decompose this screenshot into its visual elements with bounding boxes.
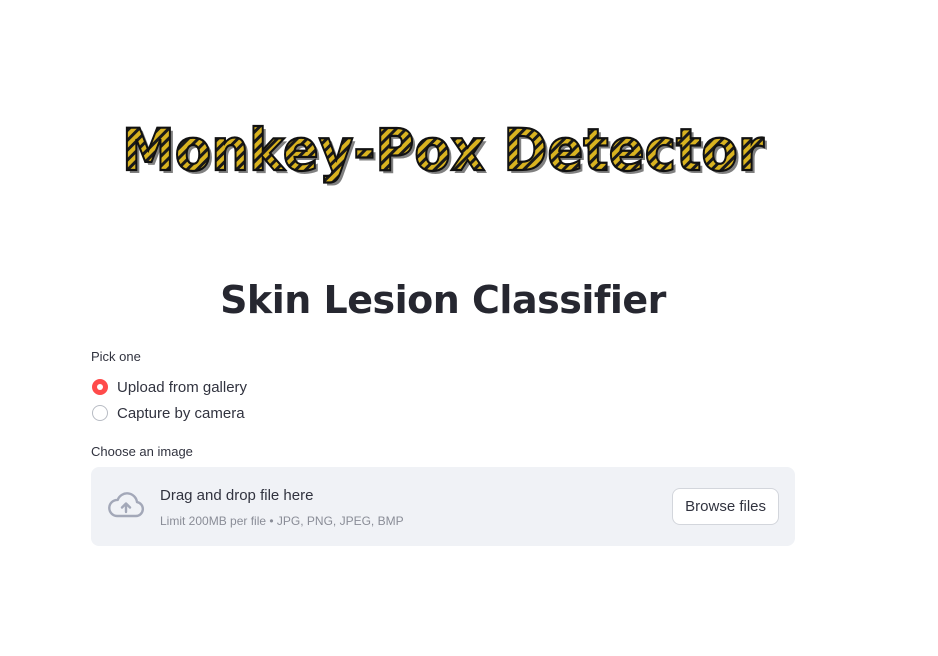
browse-files-button[interactable]: Browse files [672, 488, 779, 525]
radio-option-label: Upload from gallery [117, 378, 248, 396]
monkey-pox-detector-logo: Monkey-Pox Detector Monkey-Pox Detector [121, 115, 767, 186]
radio-checked-icon[interactable] [92, 379, 108, 395]
app-logo: Monkey-Pox Detector Monkey-Pox Detector [110, 106, 770, 186]
dropzone-instructions: Drag and drop file here [160, 487, 314, 504]
radio-option-capture-by-camera[interactable]: Capture by camera [91, 400, 247, 426]
page-title: Skin Lesion Classifier [220, 278, 666, 322]
cloud-upload-icon [108, 492, 145, 518]
radio-option-label: Capture by camera [117, 404, 245, 422]
radio-unchecked-icon[interactable] [92, 405, 108, 421]
file-dropzone[interactable]: Drag and drop file here Limit 200MB per … [91, 467, 795, 546]
radio-group-label: Pick one [91, 349, 141, 364]
svg-text:Monkey-Pox Detector: Monkey-Pox Detector [122, 116, 764, 184]
dropzone-limit-text: Limit 200MB per file • JPG, PNG, JPEG, B… [160, 514, 404, 528]
uploader-label: Choose an image [91, 444, 193, 459]
radio-option-upload-from-gallery[interactable]: Upload from gallery [91, 374, 247, 400]
source-radio-group: Upload from gallery Capture by camera [91, 374, 247, 426]
